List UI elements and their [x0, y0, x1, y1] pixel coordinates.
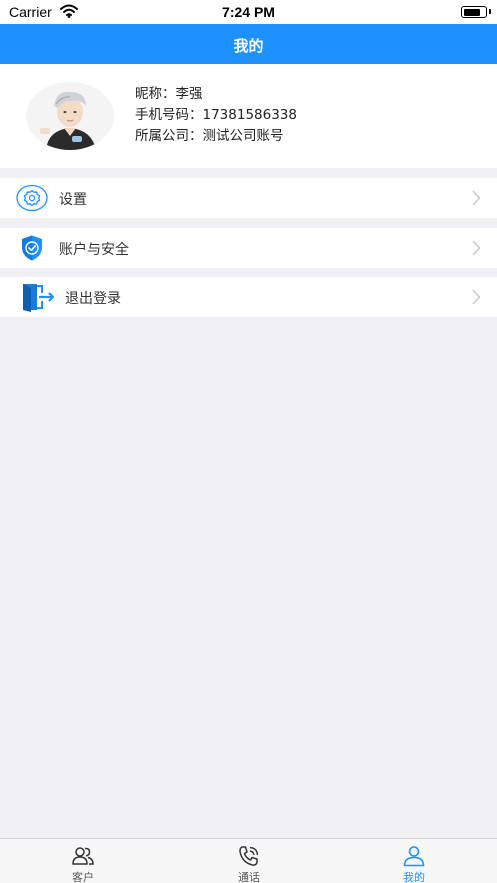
profile-info: 昵称：李强 手机号码：17381586338 所属公司：测试公司账号: [135, 84, 297, 147]
menu-item-account-security[interactable]: 账户与安全: [0, 228, 497, 268]
tab-label: 客户: [72, 871, 94, 883]
menu-item-settings[interactable]: 设置: [0, 178, 497, 218]
gear-icon: [16, 184, 48, 212]
user-icon: [403, 846, 425, 867]
chevron-right-icon: [472, 190, 481, 206]
phone-icon: [239, 846, 259, 866]
chevron-right-icon: [472, 240, 481, 256]
battery-tip: [489, 9, 491, 14]
battery-fill: [463, 8, 480, 16]
tab-mine[interactable]: 我的: [331, 839, 497, 883]
battery-icon: [461, 6, 487, 18]
menu-item-label: 退出登录: [65, 291, 121, 307]
avatar[interactable]: [26, 82, 114, 150]
customers-icon: [72, 847, 94, 865]
status-bar: Carrier 7:24 PM: [0, 0, 497, 24]
nav-bar: 我的: [0, 24, 497, 64]
menu-item-logout[interactable]: 退出登录: [0, 277, 497, 317]
company-text: 所属公司：测试公司账号: [135, 128, 284, 144]
menu-item-label: 设置: [59, 192, 87, 208]
tab-bar: 客户 通话 我的: [0, 838, 497, 883]
logout-icon: [23, 284, 55, 312]
page-title: 我的: [233, 37, 264, 55]
profile-card[interactable]: 昵称：李强 手机号码：17381586338 所属公司：测试公司账号: [0, 64, 497, 168]
shield-icon: [22, 235, 42, 261]
menu-item-label: 账户与安全: [59, 242, 129, 258]
status-time: 7:24 PM: [222, 4, 275, 20]
tab-label: 我的: [403, 871, 425, 883]
tab-calls[interactable]: 通话: [166, 839, 332, 883]
nickname-text: 昵称：李强: [135, 86, 203, 102]
phone-text: 手机号码：17381586338: [135, 107, 297, 123]
avatar-illustration: [26, 82, 114, 150]
chevron-right-icon: [472, 289, 481, 305]
tab-label: 通话: [238, 871, 260, 883]
tab-customers[interactable]: 客户: [0, 839, 166, 883]
